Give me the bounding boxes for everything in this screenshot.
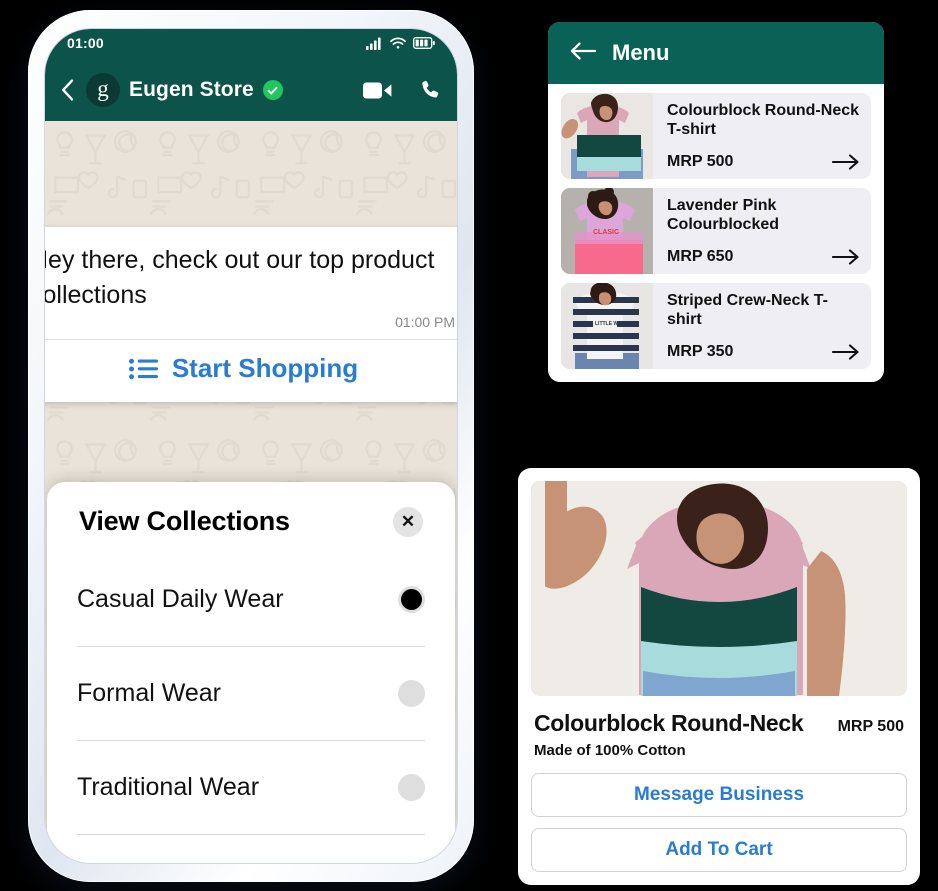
video-call-icon: [363, 82, 392, 98]
screenshot-stage: 01:00 g Eugen Store ey there, check out …: [0, 0, 938, 891]
phone-call-button[interactable]: [419, 79, 441, 101]
verified-check-icon: [262, 80, 283, 100]
collection-option-label: Traditional Wear: [77, 773, 260, 801]
avatar-letter: g: [97, 76, 109, 101]
chevron-left-icon: [61, 79, 73, 101]
menu-item-row: MRP 350: [667, 343, 859, 361]
phone-mockup: 01:00 g Eugen Store ey there, check out …: [28, 10, 474, 882]
chat-message-bubble: Hey there, check out our top product col…: [45, 227, 457, 402]
colourblock-tshirt-thumb: [561, 93, 653, 179]
phone-screen-frame: 01:00 g Eugen Store ey there, check out …: [45, 29, 457, 863]
start-shopping-button[interactable]: Start Shopping: [45, 340, 457, 392]
arrow-right-icon[interactable]: [832, 344, 859, 360]
sheet-header: View Collections ✕: [77, 500, 425, 539]
close-icon[interactable]: ✕: [393, 506, 423, 537]
phone-call-icon: [422, 80, 439, 98]
chat-contact-name[interactable]: Eugen Store: [129, 78, 254, 102]
status-bar: 01:00: [45, 29, 457, 59]
product-price: MRP 500: [837, 718, 904, 735]
battery-icon: [413, 37, 435, 49]
menu-item-price: MRP 350: [667, 343, 734, 360]
chat-body: Hey there, check out our top product col…: [45, 121, 457, 863]
collection-option[interactable]: Traditional Wear: [77, 741, 425, 835]
status-bar-time: 01:00: [67, 35, 104, 51]
product-description: Made of 100% Cotton: [534, 742, 686, 759]
collection-options-list: Casual Daily Wear Formal Wear Traditiona…: [77, 553, 425, 835]
collection-option-label: Formal Wear: [77, 679, 222, 707]
menu-item[interactable]: Colourblock Round-Neck T-shirt MRP 500: [561, 93, 871, 179]
collection-option-label: Casual Daily Wear: [77, 585, 284, 613]
menu-back-button[interactable]: [570, 41, 597, 65]
menu-item-name: Lavender Pink Colourblocked: [667, 197, 780, 234]
phone-screen: 01:00 g Eugen Store ey there, check out …: [45, 29, 457, 863]
wifi-icon: [390, 37, 406, 49]
collection-option[interactable]: Formal Wear: [77, 647, 425, 741]
arrow-right-icon[interactable]: [832, 154, 859, 170]
menu-item-row: MRP 650: [667, 248, 859, 266]
message-business-button[interactable]: Message Business: [531, 773, 907, 817]
menu-item-row: MRP 500: [667, 153, 859, 171]
collection-option[interactable]: Casual Daily Wear: [77, 553, 425, 647]
menu-item-body: Colourblock Round-Neck T-shirt MRP 500: [653, 93, 871, 179]
menu-item-name: Colourblock Round-Neck T-shirt: [667, 102, 860, 139]
add-to-cart-button[interactable]: Add To Cart: [531, 828, 907, 872]
back-button[interactable]: [57, 79, 77, 101]
sheet-title: View Collections: [79, 506, 290, 536]
menu-header: Menu: [548, 22, 884, 84]
video-call-button[interactable]: [363, 81, 392, 100]
menu-item[interactable]: LITTLE WORLD Striped Crew-Neck T-shirt M…: [561, 283, 871, 369]
striped-tshirt-thumb: LITTLE WORLD: [561, 283, 653, 369]
product-name: Colourblock Round-Neck: [534, 710, 804, 736]
radio-button[interactable]: [398, 774, 425, 801]
menu-item-price: MRP 650: [667, 248, 734, 265]
avatar[interactable]: g: [86, 73, 120, 107]
menu-item-price: MRP 500: [667, 153, 734, 170]
menu-item-body: Striped Crew-Neck T-shirt MRP 350: [653, 283, 871, 369]
status-bar-icons: [366, 37, 435, 50]
lavender-pink-tshirt-thumb: CLASIC: [561, 188, 653, 274]
svg-text:CLASIC: CLASIC: [593, 229, 619, 236]
menu-item-name: Striped Crew-Neck T-shirt: [667, 292, 828, 329]
arrow-left-icon: [570, 41, 597, 60]
arrow-right-icon[interactable]: [832, 249, 859, 265]
menu-title: Menu: [612, 40, 670, 65]
start-shopping-label: Start Shopping: [171, 353, 359, 383]
svg-text:LITTLE WORLD: LITTLE WORLD: [595, 321, 633, 327]
list-icon: [128, 358, 158, 379]
chat-header: g Eugen Store: [45, 59, 457, 121]
colourblock-tshirt-photo: [531, 481, 907, 696]
menu-panel: Menu Colourblock Round-Neck T-shirt MRP …: [548, 22, 884, 382]
product-actions: Message Business Add To Cart: [531, 759, 907, 872]
radio-button-selected[interactable]: [398, 586, 425, 613]
radio-button[interactable]: [398, 680, 425, 707]
menu-item-body: Lavender Pink Colourblocked MRP 650: [653, 188, 871, 274]
view-collections-sheet: View Collections ✕ Casual Daily Wear For…: [47, 482, 455, 863]
product-title-row: Colourblock Round-Neck MRP 500: [531, 696, 907, 737]
signal-icon: [366, 37, 381, 50]
product-detail-card: Colourblock Round-Neck MRP 500 Made of 1…: [518, 468, 920, 885]
menu-item[interactable]: CLASIC Lavender Pink Colourblocked MRP 6…: [561, 188, 871, 274]
message-text: Hey there, check out our top product col…: [45, 246, 435, 309]
menu-items-list: Colourblock Round-Neck T-shirt MRP 500 C…: [548, 84, 884, 382]
message-time: 01:00 PM: [395, 314, 455, 330]
